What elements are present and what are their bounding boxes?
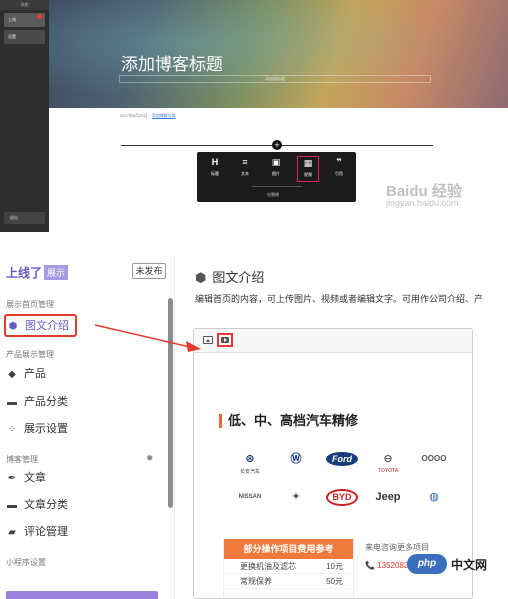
top-sidebar-exit-button[interactable]: 退出 [4,212,45,224]
admin-sidebar: 上线了 展示 未发布 展示首页管理 ⬢ 图文介绍 产品展示管理 ◆ 产品 ▬ 产品分类 … [0,255,175,599]
folder-icon: ▬ [7,500,17,511]
insert-image-icon[interactable] [203,336,213,344]
php-logo: php [407,554,447,574]
toolbar-separator [252,186,302,187]
cube-icon: ⬢ [195,270,207,285]
toyota-logo: ⊖ TOYOTA [377,453,399,474]
stage: 导航 上线 设置 退出 添加博客标题 添加副标题 2017年8月29日 添加博客… [0,0,508,599]
insert-block-toolbar: H 标题 ≡ 文本 ▣ 图片 ▦ 视频 ❞ 引用 分割线 [197,152,356,202]
add-category-link[interactable]: 添加博客分类 [152,113,176,118]
price-table: 部分操作项目费用参考 更换机油及滤芯 10元 常规保养 50元 [223,538,354,598]
blog-meta: 2017年8月29日 添加博客分类 [120,113,176,119]
quote-icon: ❞ [336,157,342,167]
blog-title[interactable]: 添加博客标题 [121,50,223,75]
blog-date: 2017年8月29日 [120,113,148,118]
heading-icon: H [211,157,219,167]
top-sidebar-item-settings[interactable]: 设置 [4,30,45,44]
ford-logo: Ford [322,450,362,476]
sidebar-item-article[interactable]: ✒ 文章 [6,470,46,486]
pen-icon: ✒ [7,473,17,484]
nissan-logo: NISSAN [238,494,262,500]
price-table-header: 部分操作项目费用参考 [224,539,353,559]
image-icon: ▣ [271,157,281,167]
section-miniapp: 小程序设置 [6,558,46,567]
cube-icon: ⬢ [8,321,18,332]
sidebar-scrollbar[interactable] [168,298,173,508]
watermark-url: jingyan.baidu.com [386,198,459,208]
section-blog: 博客管理 [6,455,38,464]
toolbar-video-button[interactable]: ▦ 视频 [297,156,319,182]
price-row: 更换机油及滤芯 10元 [224,559,353,574]
tag-icon: ◆ [8,369,16,380]
phone-number: 📞 1352082 [365,561,409,570]
call-text: 来电咨询更多项目 [365,543,429,552]
top-sidebar: 导航 上线 设置 退出 [0,0,49,232]
comments-icon: ▰ [8,527,16,538]
sidebar-item-product-category[interactable]: ▬ 产品分类 [6,394,68,410]
toolbar-heading-button[interactable]: H 标题 [204,156,226,182]
blog-subtitle-input[interactable]: 添加副标题 [119,75,431,83]
section-products: 产品展示管理 [6,350,54,359]
toolbar-divider-button[interactable]: 分割线 [267,192,279,198]
php-badge-text: 中文网 [451,558,488,572]
page-description: 编辑首页的内容，可上传图片、视频或者编辑文字。可用作公司介绍、产 [195,294,484,304]
brand-logo: 上线了 展示 [6,264,69,281]
page-title: ⬢ 图文介绍 [195,270,265,285]
brand-tag: 展示 [44,265,69,280]
toolbar-image-button[interactable]: ▣ 图片 [265,156,287,182]
publish-status-button[interactable]: 未发布 [132,263,166,279]
blog-cover-hero: 添加博客标题 添加副标题 [49,0,508,108]
buick-logo: ◍ [429,491,439,503]
editor-toolbar [194,329,472,353]
byd-logo: BYD [322,488,362,514]
section-home: 展示首页管理 [6,300,54,309]
sidebar-item-display-settings[interactable]: ⁘ 展示设置 [6,421,68,437]
php-badge: php 中文网 [407,554,508,574]
sidebar-item-intro[interactable]: ⬢ 图文介绍 [4,314,77,337]
sidebar-action-button[interactable] [6,591,158,599]
gear-icon[interactable]: ✹ [146,453,154,464]
text-icon: ≡ [242,157,248,167]
volkswagen-logo: Ⓦ [290,453,302,465]
changan-logo: ⊛ 长安汽车 [239,453,260,475]
editor-heading: 低、中、高档汽车精修 [219,414,358,428]
sidebar-item-article-category[interactable]: ▬ 文章分类 [6,497,68,513]
price-row: 常规保养 50元 [224,574,353,589]
top-sidebar-header: 导航 [0,0,49,10]
video-icon: ▦ [303,158,313,168]
sidebar-item-product[interactable]: ◆ 产品 [6,366,46,382]
sidebar-item-comments[interactable]: ▰ 评论管理 [6,524,68,540]
admin-screenshot: 上线了 展示 未发布 展示首页管理 ⬢ 图文介绍 产品展示管理 ◆ 产品 ▬ 产品分类 … [0,255,508,599]
folder-icon: ▬ [7,397,17,408]
mercedes-logo: ✦ [291,491,301,503]
insert-video-icon[interactable] [217,333,233,347]
toolbar-text-button[interactable]: ≡ 文本 [234,156,256,182]
top-sidebar-item-publish[interactable]: 上线 [4,13,45,27]
jeep-logo: Jeep [375,491,401,503]
blog-editor-screenshot: 导航 上线 设置 退出 添加博客标题 添加副标题 2017年8月29日 添加博客… [0,0,508,232]
add-block-button[interactable]: + [272,140,282,150]
grid-icon: ⁘ [7,424,17,435]
notification-dot [37,14,42,19]
toolbar-quote-button[interactable]: ❞ 引用 [328,156,350,182]
audi-logo: OOOO [421,454,447,463]
